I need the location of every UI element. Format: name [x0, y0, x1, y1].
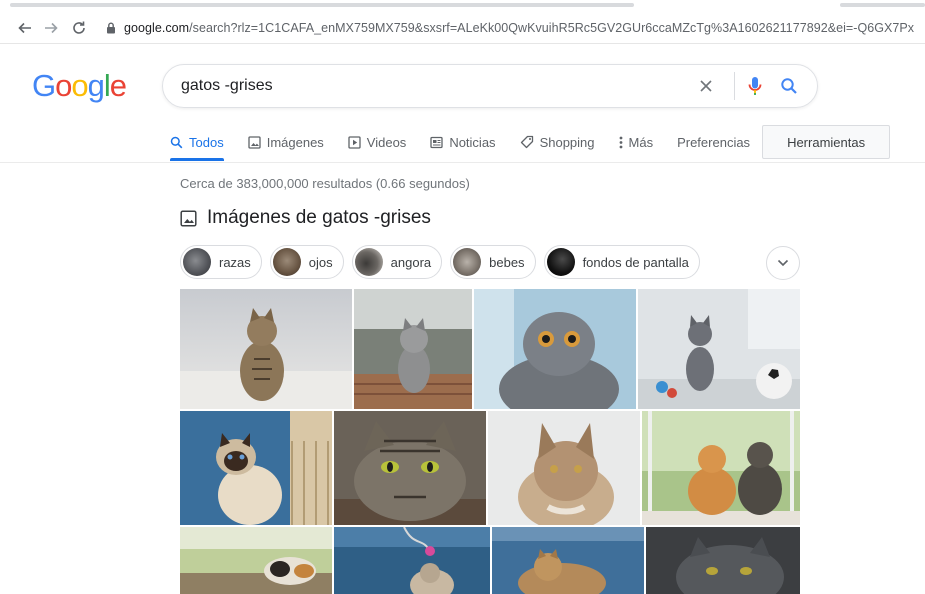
image-result[interactable]: [334, 411, 486, 525]
chevron-down-icon: [777, 254, 789, 272]
tag-icon: [520, 135, 534, 149]
search-box[interactable]: gatos -grises: [162, 64, 818, 108]
forward-arrow-icon[interactable]: [40, 17, 62, 39]
refinement-chips: razas ojos angora bebes fondos de pantal…: [180, 245, 708, 279]
logo-letter: o: [71, 68, 88, 103]
tools-label: Herramientas: [787, 134, 866, 150]
tab-label: Videos: [366, 134, 407, 150]
images-heading-text: Imágenes de gatos -grises: [207, 207, 431, 228]
chip-fondos-de-pantalla[interactable]: fondos de pantalla: [543, 245, 700, 279]
tab-videos[interactable]: Videos: [348, 123, 407, 161]
result-stats: Cerca de 383,000,000 resultados (0.66 se…: [180, 176, 470, 191]
video-icon: [348, 135, 361, 149]
browser-tab[interactable]: [840, 3, 925, 7]
tab-mas[interactable]: Más: [619, 123, 654, 161]
more-vertical-icon: [619, 136, 623, 149]
chip-label: angora: [390, 254, 432, 270]
chip-razas[interactable]: razas: [180, 245, 262, 279]
browser-tab-strip: [0, 0, 925, 10]
image-result[interactable]: [646, 527, 800, 594]
chip-label: razas: [219, 254, 251, 270]
reload-icon[interactable]: [68, 17, 90, 39]
microphone-icon[interactable]: [741, 72, 769, 100]
tab-noticias[interactable]: Noticias: [430, 123, 496, 161]
chip-label: fondos de pantalla: [582, 254, 689, 270]
preferences-label: Preferencias: [677, 134, 751, 150]
chip-ojos[interactable]: ojos: [269, 245, 344, 279]
logo-letter: e: [109, 68, 127, 103]
url-host: google.com: [124, 20, 190, 35]
logo-letter: o: [55, 68, 72, 103]
image-icon: [180, 209, 197, 227]
lock-icon[interactable]: [104, 20, 118, 36]
browser-tab[interactable]: [10, 3, 634, 7]
chip-label: bebes: [489, 254, 525, 270]
chip-thumbnail: [272, 248, 301, 276]
image-result[interactable]: [638, 289, 800, 409]
search-icon: [170, 136, 183, 149]
address-url-field[interactable]: google.com/search?rlz=1C1CAFA_enMX759MX7…: [124, 21, 914, 35]
image-icon: [248, 135, 261, 149]
close-icon[interactable]: [692, 72, 720, 100]
back-arrow-icon[interactable]: [14, 17, 36, 39]
image-result[interactable]: [180, 527, 332, 594]
tab-label: Más: [628, 134, 654, 150]
search-tabs: Todos Imágenes Videos Noticias Shopping …: [170, 122, 891, 162]
chip-label: ojos: [308, 254, 333, 270]
url-path: /search?rlz=1C1CAFA_enMX759MX759&sxsrf=A…: [189, 20, 914, 35]
image-result[interactable]: [334, 527, 490, 594]
tabs-divider: [0, 162, 925, 163]
chip-thumbnail: [354, 248, 383, 276]
chip-bebes[interactable]: bebes: [450, 245, 536, 279]
image-result[interactable]: [354, 289, 472, 409]
tab-shopping[interactable]: Shopping: [520, 123, 595, 161]
logo-letter: G: [32, 68, 56, 103]
search-icon[interactable]: [775, 72, 803, 100]
tab-imagenes[interactable]: Imágenes: [248, 123, 324, 161]
chip-thumbnail: [453, 248, 482, 276]
logo-letter: g: [87, 68, 105, 103]
image-result[interactable]: [474, 289, 636, 409]
browser-address-bar: google.com/search?rlz=1C1CAFA_enMX759MX7…: [0, 12, 925, 44]
news-icon: [430, 136, 443, 149]
tab-label: Noticias: [449, 134, 496, 150]
chip-thumbnail: [546, 248, 575, 276]
image-result[interactable]: [180, 289, 352, 409]
tab-todos[interactable]: Todos: [170, 123, 224, 161]
tools-button[interactable]: Herramientas: [762, 125, 891, 159]
tab-label: Todos: [189, 134, 224, 150]
search-divider: [734, 72, 735, 100]
preferences-link[interactable]: Preferencias: [677, 123, 750, 161]
image-result[interactable]: [642, 411, 800, 525]
image-result[interactable]: [180, 411, 332, 525]
tab-label: Imágenes: [266, 134, 324, 150]
chip-angora[interactable]: angora: [351, 245, 443, 279]
expand-chips-button[interactable]: [766, 246, 800, 280]
image-result[interactable]: [488, 411, 640, 525]
search-input[interactable]: gatos -grises: [181, 77, 692, 95]
images-section-heading[interactable]: Imágenes de gatos -grises: [180, 207, 431, 229]
tab-label: Shopping: [539, 134, 595, 150]
google-logo[interactable]: Google: [32, 68, 127, 104]
image-result[interactable]: [492, 527, 644, 594]
chip-thumbnail: [183, 248, 211, 276]
